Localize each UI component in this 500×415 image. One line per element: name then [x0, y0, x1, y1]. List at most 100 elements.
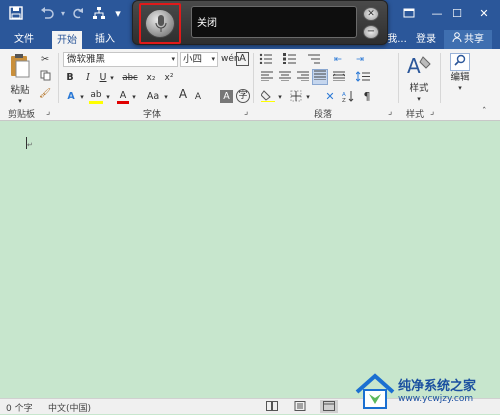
- font-name-value: 微软雅黑: [67, 54, 106, 65]
- italic-button[interactable]: I: [83, 71, 93, 85]
- copy-icon[interactable]: [38, 70, 52, 86]
- read-mode-icon[interactable]: [266, 401, 278, 414]
- strikethrough-button[interactable]: abc: [120, 71, 140, 85]
- cursor-input-icon: ↵: [27, 141, 33, 149]
- save-icon[interactable]: [6, 4, 26, 22]
- change-case-icon[interactable]: wén: [221, 52, 240, 66]
- increase-indent-icon[interactable]: ⇥: [352, 53, 368, 67]
- format-painter-icon[interactable]: 🖌: [38, 87, 52, 101]
- print-layout-icon[interactable]: [294, 401, 306, 414]
- minimize-icon[interactable]: −: [363, 25, 379, 39]
- chevron-down-icon[interactable]: ▾: [130, 90, 138, 104]
- shrink-font-button[interactable]: A: [192, 90, 204, 104]
- font-group-label: 字体: [143, 110, 162, 120]
- clipboard-group-label: 剪贴板: [8, 110, 36, 120]
- font-name-select[interactable]: 微软雅黑 ▾: [63, 52, 178, 67]
- svg-text:Z: Z: [342, 98, 346, 102]
- language-indicator[interactable]: 中文(中国): [48, 401, 91, 414]
- change-case-button[interactable]: Aa: [144, 90, 162, 104]
- chevron-down-icon[interactable]: ▾: [276, 90, 284, 104]
- font-color-button[interactable]: A: [117, 90, 129, 104]
- document-area[interactable]: ↵: [0, 121, 500, 398]
- microphone-button[interactable]: [145, 9, 175, 38]
- decrease-indent-icon[interactable]: ⇤: [330, 53, 346, 67]
- paragraph-launcher-icon[interactable]: ⌟: [388, 107, 392, 117]
- line-spacing-icon[interactable]: [354, 71, 372, 87]
- close-icon[interactable]: ✕: [363, 7, 379, 21]
- styles-button[interactable]: A 样式 ▾: [402, 53, 436, 103]
- word-count[interactable]: 0 个字: [6, 401, 33, 414]
- chevron-down-icon: ▾: [171, 55, 175, 63]
- tab-insert[interactable]: 插入: [90, 30, 120, 49]
- microphone-icon: [155, 15, 167, 36]
- clipboard-icon: [8, 54, 32, 82]
- align-center-icon[interactable]: [278, 71, 292, 86]
- customize-qat-icon[interactable]: ▾: [112, 4, 124, 22]
- chevron-down-icon: ▾: [417, 95, 421, 103]
- watermark-url: www.ycwjzy.com: [398, 394, 474, 404]
- chevron-down-icon[interactable]: ▾: [304, 90, 312, 104]
- ribbon-group-labels: 剪贴板 ⌟ 字体 ⌟ 段落 ⌟ 样式 ⌟ ˆ: [0, 105, 500, 121]
- superscript-button[interactable]: x²: [162, 71, 176, 85]
- chevron-down-icon[interactable]: ▾: [162, 90, 170, 104]
- clipboard-launcher-icon[interactable]: ⌟: [46, 107, 50, 117]
- char-shading-button[interactable]: A: [220, 90, 233, 103]
- subscript-button[interactable]: x₂: [144, 71, 158, 85]
- styles-launcher-icon[interactable]: ⌟: [430, 107, 434, 117]
- styles-label: 样式: [409, 83, 429, 94]
- speech-status-field: 关闭: [191, 6, 357, 38]
- bold-button[interactable]: B: [64, 71, 76, 85]
- cut-icon[interactable]: ✂: [38, 53, 52, 67]
- editing-button[interactable]: 编辑 ▾: [446, 53, 474, 99]
- align-left-icon[interactable]: [260, 71, 274, 86]
- show-marks-icon[interactable]: ¶: [360, 90, 374, 104]
- watermark-title: 纯净系统之家: [398, 379, 477, 394]
- maximize-button[interactable]: ☐: [448, 4, 466, 22]
- house-logo-icon: [355, 372, 395, 413]
- network-icon[interactable]: [90, 4, 108, 22]
- tab-file[interactable]: 文件: [8, 30, 40, 49]
- font-size-select[interactable]: 小四 ▾: [180, 52, 218, 67]
- grow-font-button[interactable]: A: [176, 87, 190, 101]
- chevron-down-icon[interactable]: ▾: [108, 71, 116, 85]
- distributed-icon[interactable]: [332, 71, 346, 86]
- highlight-color-button[interactable]: ab: [89, 90, 103, 104]
- svg-text:A: A: [407, 54, 421, 77]
- paste-label: 粘贴: [10, 85, 30, 96]
- align-right-icon[interactable]: [296, 71, 310, 86]
- group-divider: [398, 53, 399, 103]
- share-label: 共享: [464, 34, 484, 45]
- bullets-icon[interactable]: [258, 53, 274, 69]
- char-border-icon[interactable]: A: [236, 52, 249, 66]
- search-icon: [450, 53, 470, 71]
- undo-icon[interactable]: [38, 4, 56, 22]
- chevron-down-icon: ▾: [211, 55, 215, 63]
- tab-home[interactable]: 开始: [52, 31, 82, 49]
- font-launcher-icon[interactable]: ⌟: [244, 107, 248, 117]
- styles-icon: A: [406, 54, 432, 80]
- chevron-down-icon[interactable]: ▾: [78, 90, 86, 104]
- enclose-char-icon[interactable]: 字: [236, 89, 250, 103]
- numbering-icon[interactable]: [282, 53, 298, 69]
- redo-icon[interactable]: [68, 4, 86, 22]
- mic-highlight-box: [139, 3, 181, 44]
- asian-layout-icon[interactable]: ✕: [322, 90, 338, 104]
- group-divider: [58, 53, 59, 103]
- restore-icon[interactable]: [400, 4, 418, 22]
- close-button[interactable]: ✕: [474, 4, 494, 22]
- paste-button[interactable]: 粘贴 ▾: [6, 53, 34, 105]
- multilevel-list-icon[interactable]: [306, 53, 322, 69]
- login-link[interactable]: 登录: [412, 30, 440, 49]
- justify-icon[interactable]: [312, 69, 328, 85]
- minimize-button[interactable]: —: [428, 4, 446, 22]
- undo-dropdown-icon[interactable]: ▾: [58, 4, 68, 22]
- share-button[interactable]: 共享: [444, 30, 492, 49]
- underline-button[interactable]: U: [98, 71, 108, 85]
- web-layout-icon[interactable]: [320, 400, 338, 413]
- collapse-ribbon-icon[interactable]: ˆ: [482, 107, 487, 117]
- site-watermark: 纯净系统之家 www.ycwjzy.com: [355, 370, 500, 414]
- font-size-value: 小四: [183, 54, 203, 65]
- paste-dropdown-icon[interactable]: ▾: [6, 98, 34, 105]
- chevron-down-icon[interactable]: ▾: [104, 90, 112, 104]
- text-effects-icon[interactable]: A: [64, 90, 78, 104]
